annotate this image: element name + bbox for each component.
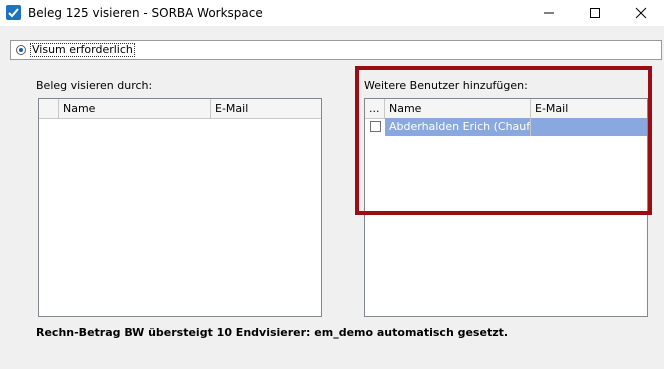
- column-header-name[interactable]: Name: [59, 99, 211, 118]
- row-selector-header: [39, 99, 59, 118]
- title-bar[interactable]: Beleg 125 visieren - SORBA Workspace: [0, 0, 664, 26]
- minimize-icon: [544, 12, 554, 14]
- left-group-label: Beleg visieren durch:: [36, 79, 153, 92]
- visum-radio[interactable]: [16, 45, 26, 55]
- weitere-benutzer-grid-header: ... Name E-Mail: [365, 99, 647, 119]
- row-email-cell[interactable]: [531, 118, 647, 136]
- column-header-email[interactable]: E-Mail: [211, 99, 321, 118]
- table-row[interactable]: Abderhalden Erich (Chauf): [365, 118, 647, 136]
- row-name-cell[interactable]: Abderhalden Erich (Chauf): [385, 118, 531, 136]
- close-button[interactable]: [618, 0, 664, 26]
- column-header-email[interactable]: E-Mail: [531, 99, 647, 118]
- visierer-grid[interactable]: Name E-Mail: [38, 98, 322, 317]
- window-title: Beleg 125 visieren - SORBA Workspace: [28, 6, 263, 20]
- visierer-grid-header: Name E-Mail: [39, 99, 321, 119]
- status-message: Rechn-Betrag BW übersteigt 10 Endvisiere…: [36, 326, 509, 339]
- column-header-name[interactable]: Name: [385, 99, 531, 118]
- column-header-select[interactable]: ...: [365, 99, 385, 118]
- maximize-icon: [590, 8, 600, 18]
- row-select-cell[interactable]: [365, 118, 385, 136]
- weitere-benutzer-grid[interactable]: ... Name E-Mail Abderhalden Erich (Chauf…: [364, 98, 648, 317]
- app-check-icon: [6, 5, 21, 20]
- visum-option-bar: Visum erforderlich: [10, 40, 662, 60]
- close-icon: [635, 7, 647, 19]
- minimize-button[interactable]: [526, 0, 572, 26]
- right-group-label: Weitere Benutzer hinzufügen:: [364, 79, 528, 92]
- dialog-window: Beleg 125 visieren - SORBA Workspace Vis…: [0, 0, 664, 369]
- radio-icon: [19, 48, 23, 52]
- visum-label[interactable]: Visum erforderlich: [30, 43, 135, 57]
- checkbox-icon[interactable]: [370, 121, 381, 132]
- maximize-button[interactable]: [572, 0, 618, 26]
